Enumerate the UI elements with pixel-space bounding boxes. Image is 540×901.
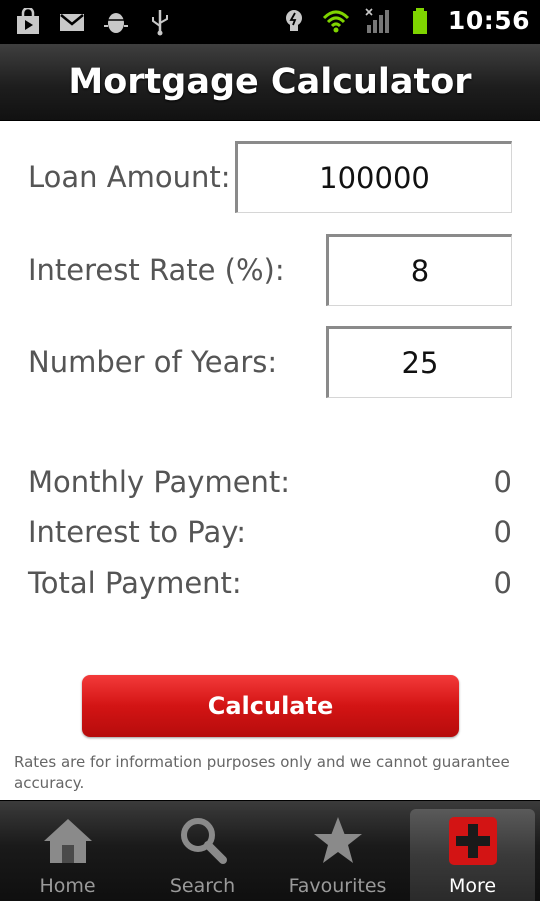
loan-amount-label: Loan Amount:: [28, 160, 231, 194]
shopping-bag-icon: [17, 8, 39, 34]
page-title: Mortgage Calculator: [68, 62, 472, 102]
tab-more-label: More: [448, 875, 497, 897]
gmail-icon: [60, 14, 84, 31]
signal-icon: [365, 7, 389, 33]
battery-icon: [412, 7, 427, 34]
plus-icon: [448, 817, 497, 865]
interest-rate-input[interactable]: 8: [326, 234, 512, 306]
calculate-button[interactable]: Calculate: [82, 675, 459, 737]
total-payment-label: Total Payment:: [28, 566, 242, 600]
tab-home[interactable]: Home: [0, 801, 135, 901]
total-payment-value: 0: [493, 566, 512, 600]
tab-search-label: Search: [169, 875, 236, 897]
lightbulb-icon: [285, 9, 302, 31]
tab-home-label: Home: [39, 875, 96, 897]
interest-to-pay-label: Interest to Pay:: [28, 515, 247, 549]
android-debug-icon: [104, 13, 128, 33]
tab-search[interactable]: Search: [135, 801, 270, 901]
tab-favourites-label: Favourites: [288, 875, 387, 897]
interest-to-pay-value: 0: [493, 515, 512, 549]
tab-more[interactable]: More: [410, 809, 535, 901]
usb-icon: [152, 10, 168, 36]
status-bar: 10:56: [0, 0, 540, 44]
title-bar: Mortgage Calculator: [0, 44, 540, 121]
years-label: Number of Years:: [28, 345, 278, 379]
wifi-icon: [322, 10, 349, 32]
clock: 10:56: [447, 6, 530, 35]
bottom-tab-bar: Home Search Favourites More: [0, 800, 540, 901]
tab-favourites[interactable]: Favourites: [270, 801, 405, 901]
star-icon: [313, 817, 362, 863]
home-icon: [43, 819, 92, 863]
loan-amount-input[interactable]: 100000: [235, 141, 512, 213]
monthly-payment-value: 0: [493, 465, 512, 499]
monthly-payment-label: Monthly Payment:: [28, 465, 291, 499]
disclaimer-text: Rates are for information purposes only …: [14, 753, 510, 792]
interest-rate-label: Interest Rate (%):: [28, 253, 285, 287]
years-input[interactable]: 25: [326, 326, 512, 398]
search-icon: [180, 818, 227, 864]
